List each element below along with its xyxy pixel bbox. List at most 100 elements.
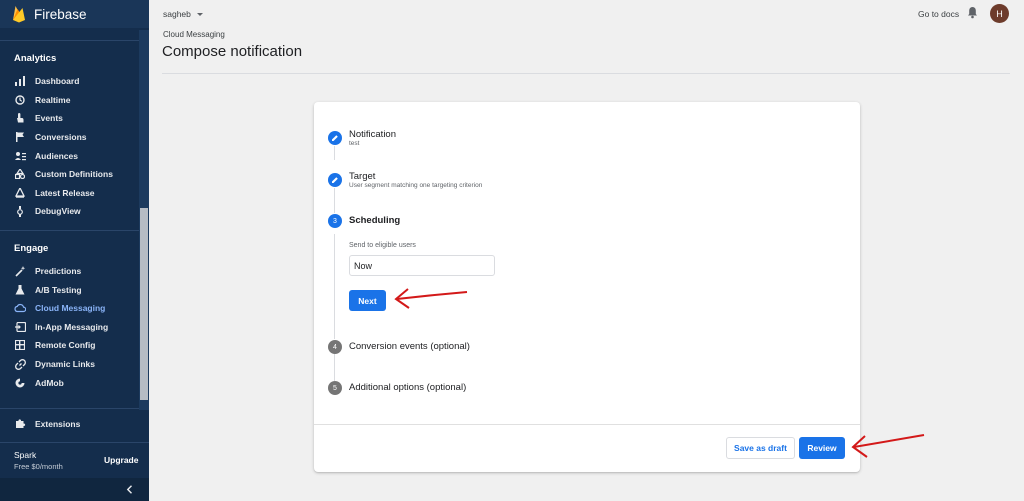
step-label: Scheduling <box>349 215 401 226</box>
step-number: 4 <box>328 340 342 354</box>
puzzle-icon <box>14 418 26 430</box>
flask-icon <box>14 284 26 296</box>
link-icon <box>14 358 26 370</box>
sidebar-item-extensions[interactable]: Extensions <box>0 413 149 435</box>
step-label: Target <box>349 171 376 182</box>
sidebar-item-label: DebugView <box>35 206 81 217</box>
notifications-bell-icon[interactable] <box>967 6 978 24</box>
project-selector[interactable]: sagheb <box>163 9 204 19</box>
sidebar-item-predictions[interactable]: Predictions <box>0 262 149 281</box>
header-divider <box>162 73 1010 74</box>
plan-name: Spark <box>14 450 37 460</box>
sidebar-item-label: Extensions <box>35 418 81 429</box>
step-connector <box>334 188 335 213</box>
edit-pencil-icon <box>328 173 342 187</box>
review-button[interactable]: Review <box>799 437 845 459</box>
send-to-label: Send to eligible users <box>349 242 416 249</box>
go-to-docs-link[interactable]: Go to docs <box>918 9 959 19</box>
sidebar-item-label: Predictions <box>35 266 82 277</box>
step-summary: test <box>349 140 360 147</box>
breadcrumb[interactable]: Cloud Messaging <box>163 30 225 39</box>
dropdown-arrow-icon <box>196 12 203 16</box>
bar-chart-icon <box>14 75 26 87</box>
clock-icon <box>14 94 26 106</box>
edit-pencil-icon <box>328 131 342 145</box>
divider <box>0 229 149 231</box>
page-title: Compose notification <box>162 43 303 60</box>
sidebar-item-label: AdMob <box>35 377 64 388</box>
sidebar-item-events[interactable]: Events <box>0 109 149 128</box>
step-connector <box>334 234 335 339</box>
plan-info: Spark Free $0/month <box>14 450 63 472</box>
sidebar-item-dynamic-links[interactable]: Dynamic Links <box>0 355 149 374</box>
sidebar-item-debugview[interactable]: DebugView <box>0 202 149 221</box>
save-as-draft-button[interactable]: Save as draft <box>726 437 795 459</box>
sidebar-item-admob[interactable]: AdMob <box>0 373 149 392</box>
next-button[interactable]: Next <box>349 290 386 311</box>
sidebar-item-custom-definitions[interactable]: Custom Definitions <box>0 165 149 184</box>
sidebar-item-remote-config[interactable]: Remote Config <box>0 336 149 355</box>
step-label: Notification <box>349 129 396 140</box>
sidebar-scrollbar[interactable] <box>139 30 149 410</box>
sidebar-item-label: Dashboard <box>35 76 80 87</box>
in-app-icon <box>14 321 26 333</box>
chevron-left-icon <box>126 485 132 494</box>
sidebar-item-cloud-messaging[interactable]: Cloud Messaging <box>0 299 149 318</box>
divider <box>0 407 149 409</box>
annotation-arrow-next <box>394 288 468 309</box>
sidebar: Firebase Analytics Dashboard Realtime Ev… <box>0 0 149 501</box>
remote-config-icon <box>14 339 26 351</box>
step-connector <box>334 146 335 160</box>
sidebar-item-audiences[interactable]: Audiences <box>0 146 149 165</box>
section-engage: Engage <box>14 242 49 254</box>
shapes-icon <box>14 168 26 180</box>
step-number: 3 <box>328 214 342 228</box>
sidebar-item-conversions[interactable]: Conversions <box>0 128 149 147</box>
project-name: sagheb <box>163 9 191 19</box>
sidebar-item-label: Custom Definitions <box>35 169 113 180</box>
schedule-select[interactable]: Now <box>349 255 495 276</box>
step-label: Additional options (optional) <box>349 382 467 393</box>
step-number: 5 <box>328 381 342 395</box>
plan-price: Free $0/month <box>14 462 63 471</box>
divider <box>0 40 149 41</box>
audience-icon <box>14 150 26 162</box>
release-icon <box>14 187 26 199</box>
cloud-icon <box>14 302 26 314</box>
sidebar-item-label: A/B Testing <box>35 284 82 295</box>
step-label: Conversion events (optional) <box>349 341 470 352</box>
firebase-logo-icon <box>13 6 25 23</box>
sidebar-item-ab-testing[interactable]: A/B Testing <box>0 280 149 299</box>
sidebar-item-label: Audiences <box>35 150 78 161</box>
touch-icon <box>14 112 26 124</box>
sidebar-item-label: Conversions <box>35 132 87 143</box>
upgrade-button[interactable]: Upgrade <box>104 455 138 465</box>
sidebar-item-label: Dynamic Links <box>35 359 95 370</box>
wand-icon <box>14 265 26 277</box>
sidebar-item-label: Remote Config <box>35 340 96 351</box>
top-header: sagheb Cloud Messaging Compose notificat… <box>149 0 1024 74</box>
debug-icon <box>14 205 26 217</box>
sidebar-item-label: Realtime <box>35 94 71 105</box>
sidebar-item-label: Cloud Messaging <box>35 303 106 314</box>
avatar[interactable]: H <box>990 4 1009 23</box>
scrollbar-thumb[interactable] <box>140 208 148 400</box>
sidebar-item-in-app-messaging[interactable]: In-App Messaging <box>0 318 149 337</box>
flag-icon <box>14 131 26 143</box>
sidebar-item-realtime[interactable]: Realtime <box>0 91 149 110</box>
brand[interactable]: Firebase <box>0 0 149 28</box>
step-summary: User segment matching one targeting crit… <box>349 182 483 189</box>
app-name: Firebase <box>34 6 87 22</box>
sidebar-item-latest-release[interactable]: Latest Release <box>0 184 149 203</box>
divider <box>0 442 149 443</box>
annotation-arrow-review <box>851 434 925 458</box>
sidebar-item-label: Events <box>35 113 63 124</box>
sidebar-item-dashboard[interactable]: Dashboard <box>0 72 149 91</box>
sidebar-item-label: Latest Release <box>35 187 95 198</box>
collapse-sidebar-button[interactable] <box>0 478 149 501</box>
sidebar-item-label: In-App Messaging <box>35 321 109 332</box>
card-footer-divider <box>314 424 860 425</box>
analytics-nav: Dashboard Realtime Events Conversions Au… <box>0 72 149 221</box>
step-connector <box>334 353 335 381</box>
engage-nav: Predictions A/B Testing Cloud Messaging … <box>0 262 149 392</box>
